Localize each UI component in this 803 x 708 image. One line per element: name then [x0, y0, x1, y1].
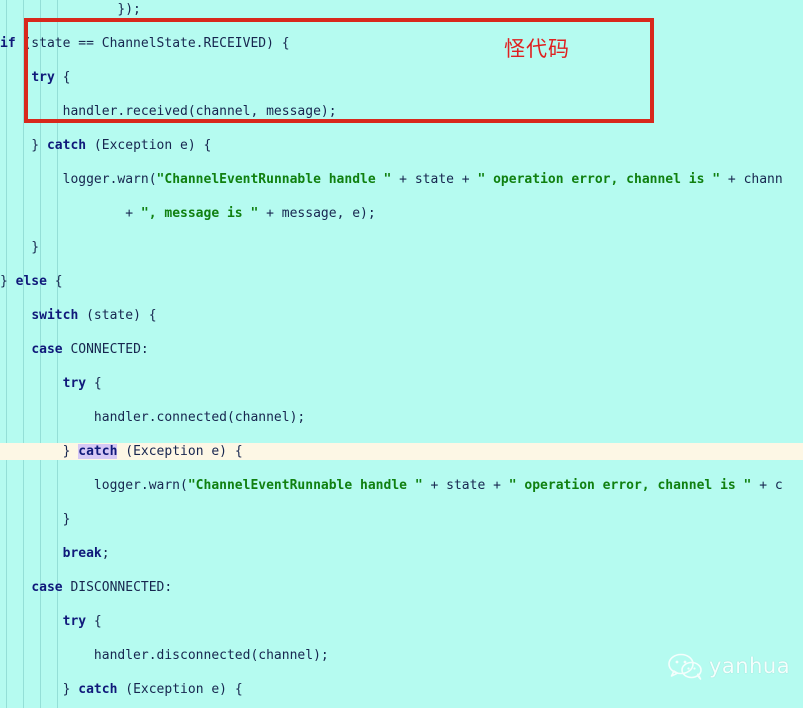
code-token: + chann [720, 172, 783, 187]
code-line[interactable]: + ", message is " + message, e); [0, 205, 803, 222]
code-token: { [86, 614, 102, 629]
code-token: + [0, 206, 141, 221]
code-line[interactable]: } catch (Exception e) { [0, 681, 803, 698]
code-line[interactable]: handler.received(channel, message); [0, 103, 803, 120]
code-line[interactable]: case CONNECTED: [0, 341, 803, 358]
code-token: " operation error, channel is " [477, 172, 721, 187]
code-line[interactable]: try { [0, 613, 803, 630]
code-token: { [46, 274, 63, 289]
code-token: break [62, 546, 102, 561]
code-token: ; [101, 546, 110, 561]
code-line[interactable]: logger.warn("ChannelEventRunnable handle… [0, 477, 803, 494]
code-token: handler.received(channel, message); [0, 104, 337, 119]
code-token: if [0, 36, 16, 51]
code-line[interactable]: }); [0, 1, 803, 18]
code-token: { [54, 70, 71, 85]
code-listing[interactable]: }); if (state == ChannelState.RECEIVED) … [0, 1, 803, 708]
code-token: }); [0, 2, 141, 17]
code-token: } [0, 240, 40, 255]
annotation-label: 怪代码 [504, 37, 570, 61]
code-line[interactable]: } [0, 239, 803, 256]
code-line[interactable]: logger.warn("ChannelEventRunnable handle… [0, 171, 803, 188]
code-line[interactable]: handler.connected(channel); [0, 409, 803, 426]
code-token: { [86, 376, 102, 391]
code-token: logger.warn( [0, 172, 157, 187]
code-token: } [0, 444, 79, 459]
code-token: + state + [391, 172, 478, 187]
code-token: " operation error, channel is " [508, 478, 752, 493]
code-token: try [62, 376, 87, 391]
code-line[interactable]: } [0, 511, 803, 528]
code-token: + message, e); [258, 206, 376, 221]
code-line[interactable]: handler.disconnected(channel); [0, 647, 803, 664]
code-token: catch [46, 138, 87, 153]
code-token: case [31, 342, 63, 357]
code-token: (state) { [78, 308, 157, 323]
code-token: } [0, 274, 16, 289]
code-line[interactable]: } catch (Exception e) { [0, 137, 803, 154]
code-token: (state == ChannelState.RECEIVED) { [15, 36, 290, 51]
code-token: logger.warn( [0, 478, 188, 493]
code-line[interactable]: try { [0, 69, 803, 86]
code-line[interactable]: try { [0, 375, 803, 392]
code-token: catch [78, 682, 118, 697]
code-line[interactable]: if (state == ChannelState.RECEIVED) { [0, 35, 803, 52]
code-token: (Exception e) { [117, 444, 243, 459]
code-token: catch [78, 444, 118, 459]
code-token: else [15, 274, 47, 289]
code-line[interactable]: case DISCONNECTED: [0, 579, 803, 596]
code-token: DISCONNECTED: [62, 580, 173, 595]
code-token: try [31, 70, 55, 85]
code-token: + state + [422, 478, 509, 493]
code-token: handler.connected(channel); [0, 410, 306, 425]
code-line[interactable]: switch (state) { [0, 307, 803, 324]
code-token: (Exception e) { [117, 682, 243, 697]
code-line-current[interactable]: } catch (Exception e) { [0, 443, 803, 460]
code-token: } [0, 682, 79, 697]
code-editor-surface[interactable]: }); if (state == ChannelState.RECEIVED) … [0, 0, 803, 708]
code-token: handler.disconnected(channel); [0, 648, 329, 663]
code-token: try [62, 614, 87, 629]
code-line[interactable]: } else { [0, 273, 803, 290]
code-token: } [0, 138, 47, 153]
code-token: switch [31, 308, 79, 323]
code-token: "ChannelEventRunnable handle " [156, 172, 392, 187]
code-token: case [31, 580, 63, 595]
code-token: "ChannelEventRunnable handle " [187, 478, 423, 493]
code-token: + c [751, 478, 783, 493]
code-line[interactable]: break; [0, 545, 803, 562]
code-token: (Exception e) { [86, 138, 212, 153]
code-token: CONNECTED: [62, 342, 149, 357]
code-token: ", message is " [140, 206, 259, 221]
code-token: } [0, 512, 71, 527]
